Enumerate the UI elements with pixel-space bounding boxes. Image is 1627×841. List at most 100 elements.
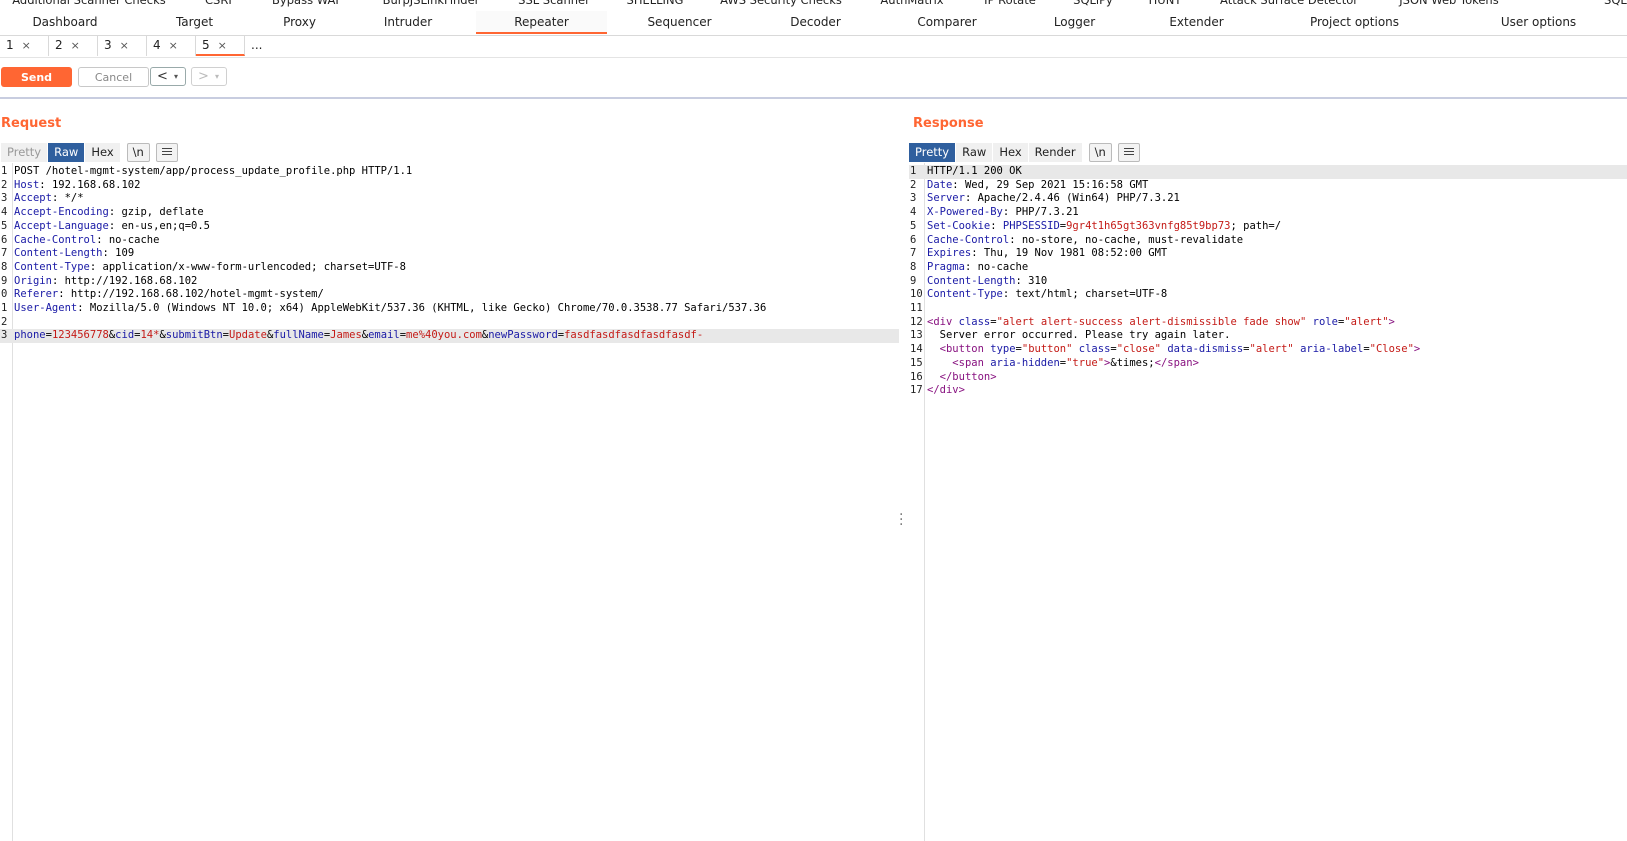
extension-tab-9[interactable]: SQLiPy	[1073, 0, 1113, 7]
code-line: 12 <div class="alert alert-success alert-…	[909, 316, 1627, 330]
tab-proxy[interactable]: Proxy	[259, 11, 340, 34]
tab-dashboard[interactable]: Dashboard	[0, 11, 130, 34]
extension-tab-7[interactable]: AuthMatrix	[880, 0, 943, 7]
cancel-button[interactable]: Cancel	[78, 67, 149, 87]
panel-divider-grip[interactable]: · · ·	[899, 508, 903, 532]
request-view-tabs: Pretty Raw Hex \n	[1, 143, 178, 162]
tab-intruder[interactable]: Intruder	[340, 11, 476, 34]
repeater-tab-label: 5	[202, 38, 210, 52]
extension-tab-5[interactable]: SHELLING	[627, 0, 684, 7]
header-value: Wed, 29 Sep 2021 15:16:58 GMT	[964, 178, 1149, 191]
param-name: submitBtn	[165, 329, 223, 342]
line-number: 6	[1, 233, 8, 246]
line-number: 4	[1, 206, 8, 219]
repeater-tab-1[interactable]: 1 ×	[0, 35, 49, 56]
line-number: 3	[1, 192, 8, 205]
repeater-tab-5[interactable]: 5 ×	[196, 35, 245, 56]
code-content: </div>	[927, 384, 965, 398]
code-content: Pragma: no-cache	[927, 260, 1029, 273]
close-icon[interactable]: ×	[71, 39, 80, 52]
extension-tab-10[interactable]: HUNT	[1149, 0, 1182, 7]
code-content: Host: 192.168.68.102	[14, 178, 141, 191]
repeater-tab-4[interactable]: 4 ×	[147, 35, 196, 56]
history-forward-button[interactable]: > ▾	[191, 67, 227, 86]
code-line: 11	[909, 302, 1627, 316]
html-attr-name: class	[1078, 343, 1111, 356]
close-icon[interactable]: ×	[169, 39, 178, 52]
request-editor[interactable]: 1 POST /hotel-mgmt-system/app/process_upd…	[0, 163, 899, 841]
response-view-tab-pretty[interactable]: Pretty	[909, 143, 956, 162]
chevron-down-icon[interactable]: ▾	[174, 68, 178, 85]
response-view-tabs: Pretty Raw Hex Render \n	[909, 143, 1140, 162]
tab-extender[interactable]: Extender	[1134, 11, 1259, 34]
response-editor[interactable]: 1 HTTP/1.1 200 OK 2 Date: Wed, 29 Sep 2021 …	[909, 163, 1627, 841]
code-line: 10 Content-Type: text/html; charset=UTF-8	[909, 288, 1627, 302]
history-back-button[interactable]: < ▾	[150, 67, 186, 86]
request-line: POST /hotel-mgmt-system/app/process_upda…	[14, 165, 413, 177]
close-icon[interactable]: ×	[22, 39, 31, 52]
code-line: 14 <button type="button" class="close" d…	[909, 343, 1627, 357]
request-menu-button[interactable]	[155, 143, 178, 162]
extension-tab-2[interactable]: Bypass WAF	[272, 0, 342, 7]
header-value: Mozilla/5.0 (Windows NT 10.0; x64) Apple…	[89, 302, 767, 314]
param-name: cid	[115, 329, 135, 342]
header-value: application/x-www-form-urlencoded; chars…	[102, 260, 406, 273]
request-view-tab-hex[interactable]: Hex	[85, 143, 120, 162]
extension-tab-11[interactable]: Attack Surface Detector	[1220, 0, 1358, 7]
repeater-tab-label: 1	[6, 38, 14, 52]
extension-tab-1[interactable]: CSRF	[205, 0, 235, 7]
param-name: fullName	[273, 329, 324, 342]
html-attr-value: "Close"	[1369, 343, 1414, 356]
extension-tab-8[interactable]: IP Rotate	[984, 0, 1036, 7]
repeater-toolbar: Send Cancel < ▾ > ▾	[0, 58, 1627, 99]
repeater-tab-3[interactable]: 3 ×	[98, 35, 147, 56]
line-number: 7	[910, 247, 917, 260]
close-icon[interactable]: ×	[218, 39, 227, 52]
header-name: Expires	[927, 247, 972, 260]
newline-toggle-button[interactable]: \n	[1088, 143, 1112, 162]
tab-user-options[interactable]: User options	[1450, 11, 1627, 34]
request-view-tab-pretty[interactable]: Pretty	[1, 143, 48, 162]
tab-sequencer[interactable]: Sequencer	[607, 11, 752, 34]
close-icon[interactable]: ×	[120, 39, 129, 52]
line-number: 1	[1, 302, 8, 314]
line-number: 7	[1, 247, 8, 260]
line-number: 2	[910, 178, 917, 191]
header-value: gzip, deflate	[121, 206, 204, 219]
extension-tab-3[interactable]: BurpJSLinkFinder	[383, 0, 480, 7]
header-value: PHP/7.3.21	[1015, 206, 1079, 219]
hamburger-menu-icon	[1123, 147, 1134, 156]
header-name: Accept-Language	[14, 219, 109, 232]
response-view-tab-render[interactable]: Render	[1028, 143, 1082, 162]
repeater-tab-2[interactable]: 2 ×	[49, 35, 98, 56]
header-name: Accept	[14, 192, 52, 205]
param-value: Update	[229, 329, 267, 342]
tab-repeater[interactable]: Repeater	[476, 11, 607, 34]
extension-tab-13[interactable]: SQLi	[1604, 0, 1627, 7]
tab-logger[interactable]: Logger	[1015, 11, 1134, 34]
tab-comparer[interactable]: Comparer	[879, 11, 1015, 34]
tab-target[interactable]: Target	[130, 11, 259, 34]
chevron-down-icon[interactable]: ▾	[215, 68, 219, 85]
line-number: 1	[1, 165, 8, 177]
send-button[interactable]: Send	[1, 67, 72, 87]
extension-tab-0[interactable]: Additional Scanner Checks	[12, 0, 165, 7]
response-view-tab-raw[interactable]: Raw	[956, 143, 993, 162]
response-view-tab-hex[interactable]: Hex	[993, 143, 1028, 162]
request-view-tab-raw[interactable]: Raw	[48, 143, 85, 162]
code-line: 1 POST /hotel-mgmt-system/app/process_upd…	[0, 165, 899, 179]
header-name: Server	[927, 192, 965, 205]
code-line: 1 HTTP/1.1 200 OK	[909, 165, 1627, 179]
code-content: Cache-Control: no-cache	[14, 233, 160, 246]
header-name: Content-Length	[14, 247, 103, 260]
repeater-tab-more-button[interactable]: ...	[245, 35, 285, 56]
extension-tab-4[interactable]: SSL Scanner	[518, 0, 590, 7]
newline-toggle-button[interactable]: \n	[126, 143, 150, 162]
extension-tab-6[interactable]: AWS Security Checks	[720, 0, 842, 7]
tab-project-options[interactable]: Project options	[1259, 11, 1450, 34]
header-name: Referer	[14, 288, 59, 301]
header-value: no-cache	[108, 233, 160, 246]
response-menu-button[interactable]	[1117, 143, 1140, 162]
extension-tab-12[interactable]: JSON Web Tokens	[1399, 0, 1498, 7]
tab-decoder[interactable]: Decoder	[752, 11, 879, 34]
